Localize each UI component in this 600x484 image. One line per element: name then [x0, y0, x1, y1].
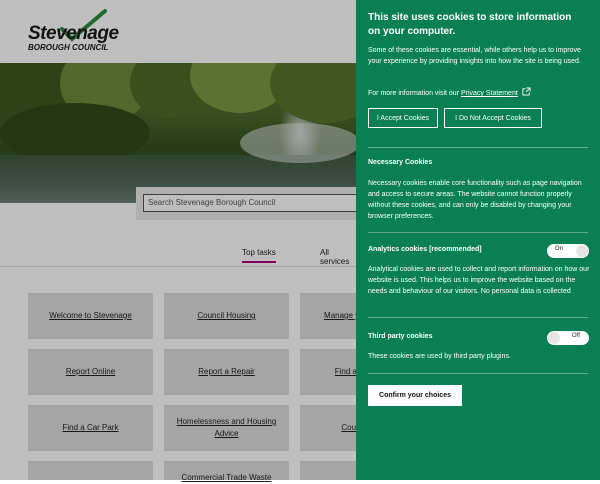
third-party-cookies-title: Third party cookies: [368, 333, 433, 340]
privacy-statement-link[interactable]: Privacy Statement: [461, 90, 518, 97]
privacy-line: For more information visit our Privacy S…: [368, 87, 590, 99]
accept-cookies-button[interactable]: I Accept Cookies: [368, 108, 438, 128]
third-party-cookies-text: These cookies are used by third party pl…: [368, 353, 511, 360]
divider: [368, 147, 588, 148]
page-dim-overlay: [0, 0, 360, 480]
cookie-intro: Some of these cookies are essential, whi…: [368, 47, 581, 65]
divider: [368, 232, 588, 233]
divider: [368, 373, 588, 374]
toggle-knob: [548, 332, 560, 344]
decline-cookies-button[interactable]: I Do Not Accept Cookies: [444, 108, 542, 128]
toggle-knob: [576, 245, 588, 257]
cookie-consent-panel: This site uses cookies to store informat…: [356, 0, 600, 480]
analytics-toggle[interactable]: On: [547, 244, 589, 258]
necessary-cookies-text: Necessary cookies enable core functional…: [368, 180, 582, 220]
divider: [368, 317, 588, 318]
analytics-cookies-title: Analytics cookies [recommended]: [368, 246, 482, 253]
analytics-toggle-state: On: [555, 246, 564, 252]
confirm-choices-button[interactable]: Confirm your choices: [368, 385, 462, 406]
external-link-icon: [522, 87, 531, 96]
necessary-cookies-title: Necessary Cookies: [368, 159, 433, 166]
privacy-prefix: For more information visit our: [368, 90, 460, 97]
third-party-toggle-state: Off: [572, 333, 580, 339]
cookie-title: This site uses cookies to store informat…: [368, 12, 572, 37]
third-party-toggle[interactable]: Off: [547, 331, 589, 345]
analytics-cookies-text: Analytical cookies are used to collect a…: [368, 266, 590, 295]
